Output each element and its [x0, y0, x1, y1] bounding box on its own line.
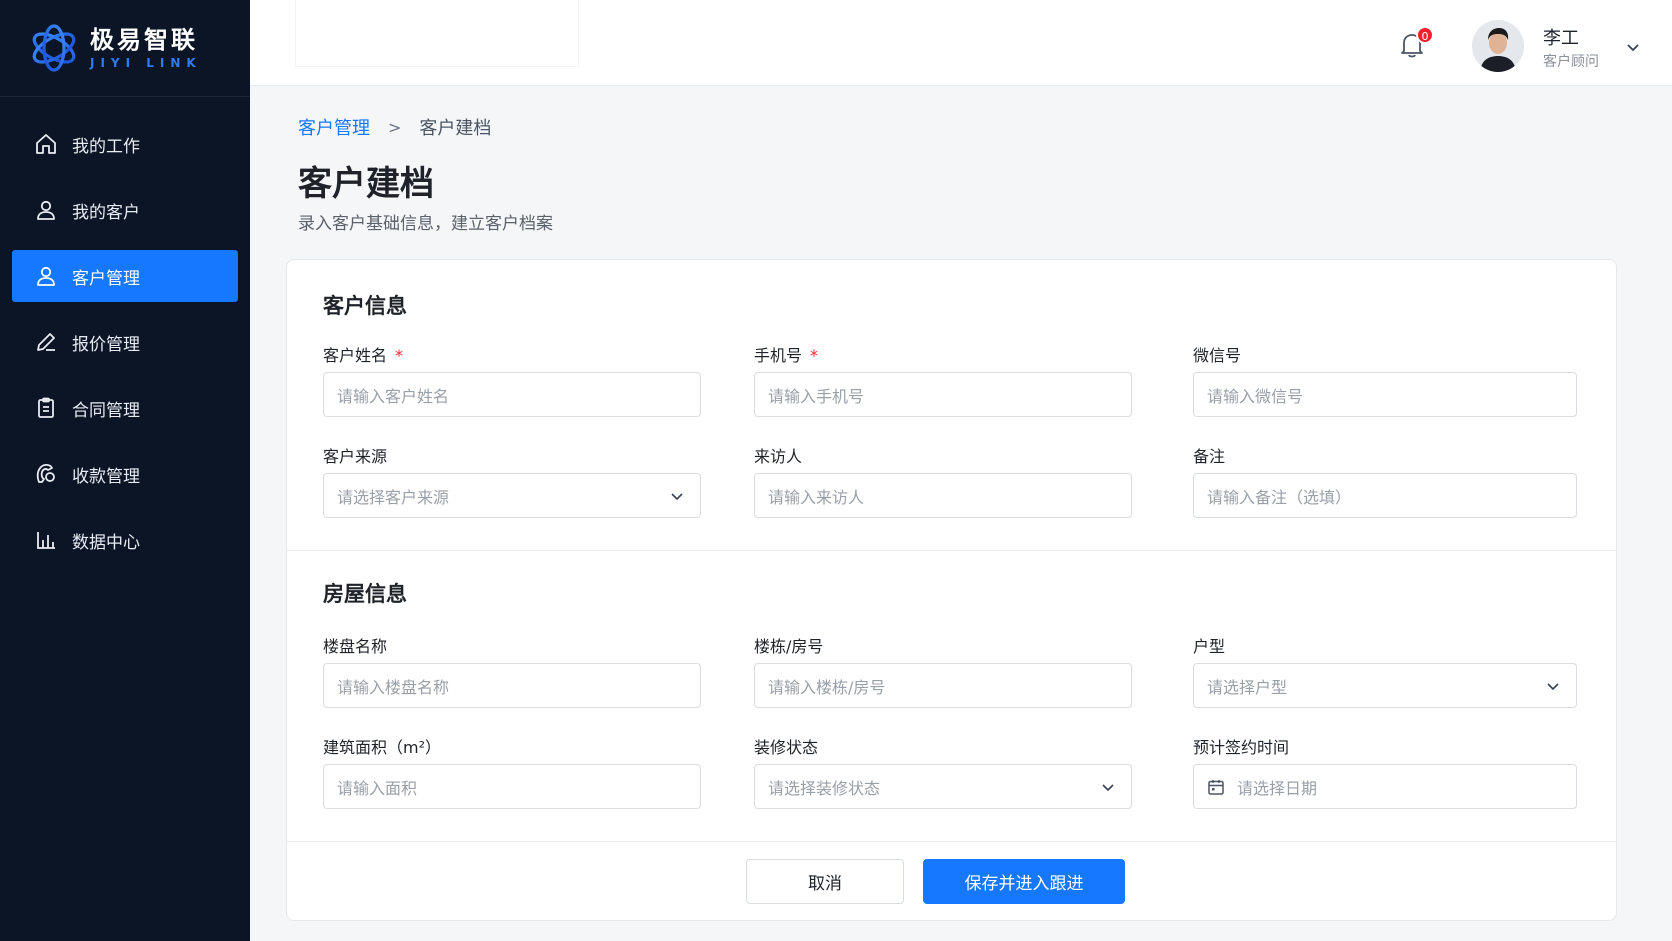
placeholder-text: 请选择户型: [1207, 677, 1288, 697]
phone-input[interactable]: 请输入手机号: [754, 372, 1132, 417]
user-icon: [34, 198, 58, 222]
header-placeholder-area: [296, 0, 578, 66]
required-mark: *: [395, 346, 404, 365]
field-label-wechat: 微信号: [1193, 346, 1242, 365]
top-header: 0 李工 客户顾问: [250, 0, 1672, 86]
calendar-icon: [1208, 779, 1224, 795]
field-label-building: 楼栋/房号: [754, 637, 824, 656]
sidebar-item-label: 数据中心: [72, 532, 140, 553]
placeholder-text: 请选择客户来源: [337, 487, 450, 507]
wallet-icon: [34, 462, 58, 486]
clipboard-icon: [34, 396, 58, 420]
sidebar-item-data-center[interactable]: 数据中心: [12, 514, 238, 566]
section-title-customer: 客户信息: [323, 294, 407, 318]
placeholder-text: 请输入手机号: [768, 386, 865, 406]
sidebar-item-my-customers[interactable]: 我的客户: [12, 184, 238, 236]
sidebar-item-contract-management[interactable]: 合同管理: [12, 382, 238, 434]
logo-icon: [32, 24, 76, 72]
footer-divider: [287, 841, 1616, 842]
pen-icon: [34, 330, 58, 354]
sidebar-item-label: 报价管理: [72, 334, 140, 355]
sidebar-item-quote-management[interactable]: 报价管理: [12, 316, 238, 368]
section-title-house: 房屋信息: [323, 582, 407, 606]
chevron-down-icon: [1102, 784, 1114, 792]
breadcrumb-current: 客户建档: [419, 118, 492, 139]
cancel-button[interactable]: 取消: [746, 859, 904, 904]
sidebar-item-label: 客户管理: [72, 268, 140, 289]
form-card: 客户信息 客户姓名 * 请输入客户姓名 手机号 * 请输入手机号 微信号 请输入微信…: [286, 259, 1617, 921]
brand-subtitle: JIYI LINK: [90, 56, 202, 70]
sidebar-item-my-work[interactable]: 我的工作: [12, 118, 238, 170]
visitor-input[interactable]: 请输入来访人: [754, 473, 1132, 518]
placeholder-text: 请输入微信号: [1207, 386, 1304, 406]
building-room-input[interactable]: 请输入楼栋/房号: [754, 663, 1132, 708]
sidebar-item-customer-management[interactable]: 客户管理: [12, 250, 238, 302]
bar-chart-icon: [34, 528, 58, 552]
sidebar-item-label: 我的客户: [72, 202, 140, 223]
breadcrumb-link-customer-management[interactable]: 客户管理: [298, 114, 370, 140]
chevron-down-icon: [1547, 683, 1559, 691]
home-icon: [34, 132, 58, 156]
field-label-decoration: 装修状态: [754, 738, 819, 757]
estate-name-input[interactable]: 请输入楼盘名称: [323, 663, 701, 708]
field-label-area: 建筑面积（m²）: [323, 738, 442, 757]
sidebar-item-label: 我的工作: [72, 136, 140, 157]
sidebar-item-label: 收款管理: [72, 466, 140, 487]
area-input[interactable]: 请输入面积: [323, 764, 701, 809]
placeholder-text: 请输入备注（选填）: [1207, 487, 1352, 507]
sidebar: 极易智联 JIYI LINK 我的工作 我的客户 客户管理 报价管理 合同管理 …: [0, 0, 250, 941]
page-title: 客户建档: [298, 164, 434, 204]
customer-source-select[interactable]: 请选择客户来源: [323, 473, 701, 518]
breadcrumb: 客户管理 > 客户建档: [298, 114, 491, 140]
placeholder-text: 请输入楼盘名称: [337, 677, 450, 697]
field-label-layout: 户型: [1193, 637, 1226, 656]
user-icon: [34, 264, 58, 288]
field-label-remark: 备注: [1193, 447, 1226, 466]
field-label-sign-date: 预计签约时间: [1193, 738, 1290, 757]
sign-date-picker[interactable]: 请选择日期: [1193, 764, 1577, 809]
placeholder-text: 请选择装修状态: [768, 778, 881, 798]
placeholder-text: 请选择日期: [1237, 778, 1318, 798]
sidebar-nav: 我的工作 我的客户 客户管理 报价管理 合同管理 收款管理 数据中心: [12, 118, 238, 580]
notification-badge: 0: [1416, 26, 1434, 44]
placeholder-text: 请输入客户姓名: [337, 386, 450, 406]
page-description: 录入客户基础信息，建立客户档案: [298, 214, 553, 234]
customer-name-input[interactable]: 请输入客户姓名: [323, 372, 701, 417]
chevron-down-icon: [671, 493, 683, 501]
brand: 极易智联 JIYI LINK: [0, 0, 250, 97]
user-name: 李工: [1543, 28, 1579, 49]
sidebar-item-payment-management[interactable]: 收款管理: [12, 448, 238, 500]
wechat-input[interactable]: 请输入微信号: [1193, 372, 1577, 417]
decoration-status-select[interactable]: 请选择装修状态: [754, 764, 1132, 809]
label-text: 手机号: [754, 346, 803, 365]
chevron-down-icon[interactable]: [1624, 38, 1642, 56]
field-label-estate: 楼盘名称: [323, 637, 388, 656]
avatar[interactable]: [1472, 20, 1524, 72]
placeholder-text: 请输入来访人: [768, 487, 865, 507]
layout-select[interactable]: 请选择户型: [1193, 663, 1577, 708]
section-divider: [287, 550, 1616, 551]
field-label-phone: 手机号 *: [754, 342, 818, 366]
user-role: 客户顾问: [1543, 54, 1599, 70]
sidebar-item-label: 合同管理: [72, 400, 140, 421]
brand-name: 极易智联: [90, 26, 198, 54]
field-label-visitor: 来访人: [754, 447, 803, 466]
save-and-follow-button[interactable]: 保存并进入跟进: [923, 859, 1125, 904]
breadcrumb-separator: >: [388, 117, 402, 137]
remark-input[interactable]: 请输入备注（选填）: [1193, 473, 1577, 518]
placeholder-text: 请输入面积: [337, 778, 418, 798]
field-label-customer-name: 客户姓名 *: [323, 342, 403, 366]
placeholder-text: 请输入楼栋/房号: [768, 677, 886, 697]
required-mark: *: [810, 346, 819, 365]
label-text: 客户姓名: [323, 346, 388, 365]
field-label-source: 客户来源: [323, 447, 388, 466]
